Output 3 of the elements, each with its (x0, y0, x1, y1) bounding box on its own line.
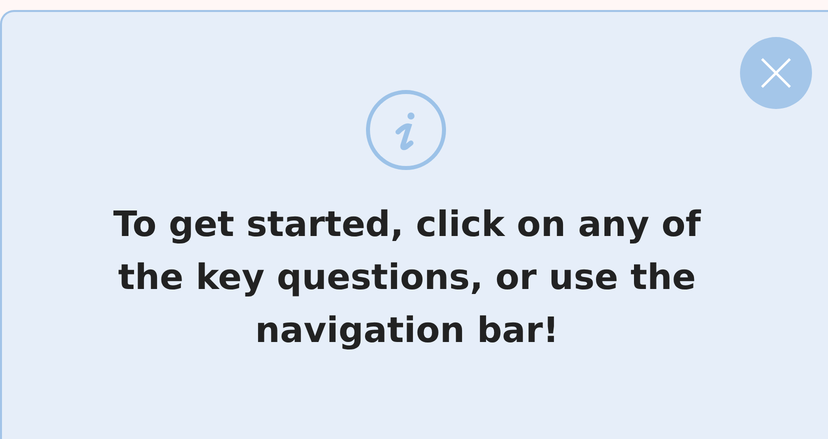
dialog-message: To get started, click on any of the key questions, or use the navigation bar! (112, 204, 702, 353)
info-icon (365, 89, 447, 171)
close-icon (759, 56, 793, 90)
